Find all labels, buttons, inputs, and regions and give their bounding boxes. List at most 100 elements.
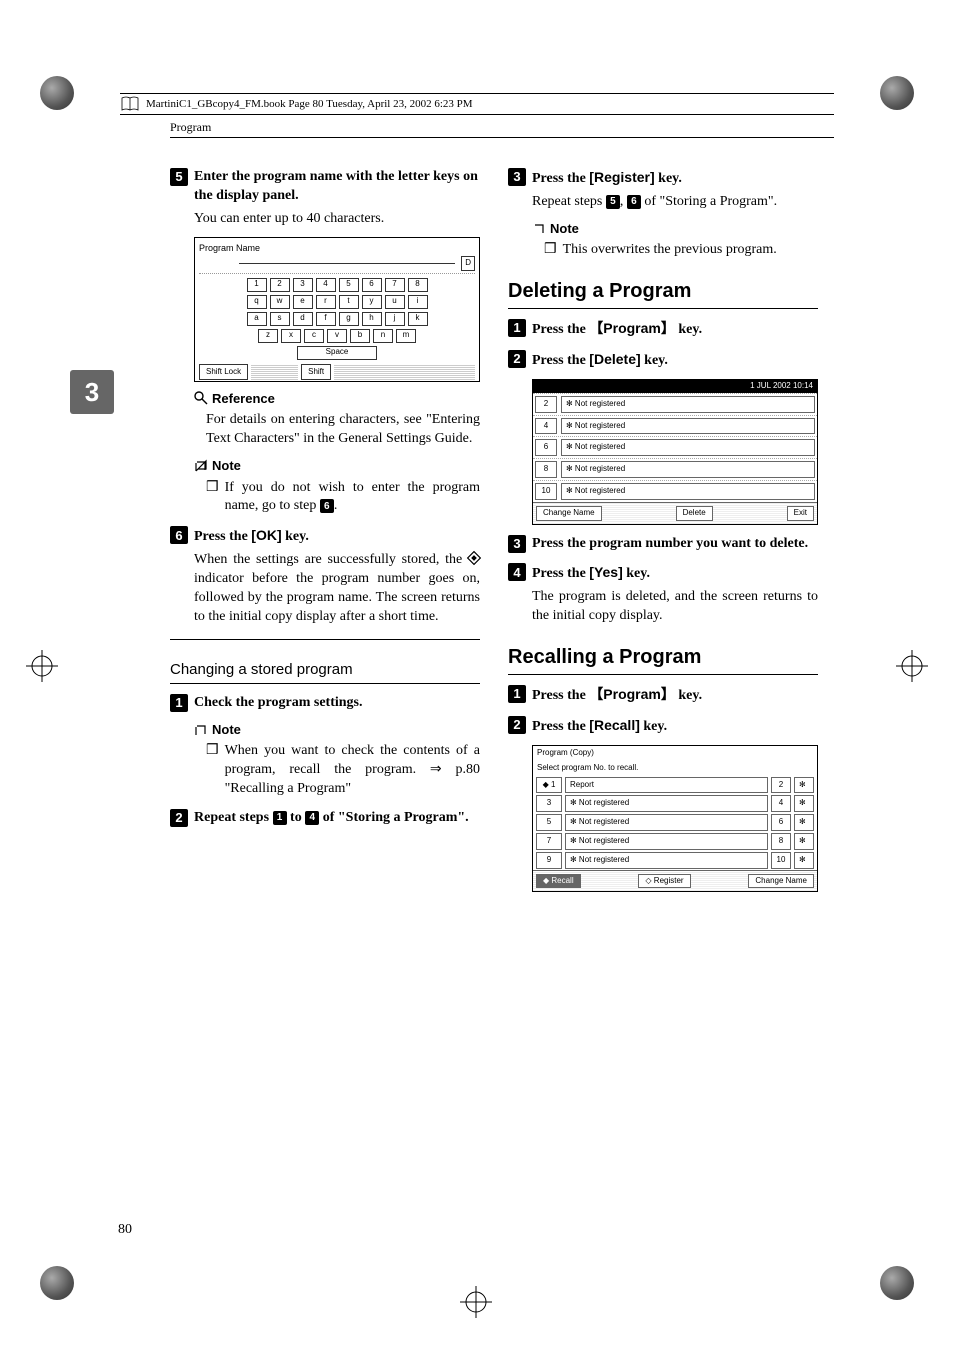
exit-button: Exit — [787, 506, 814, 521]
kbd-key: m — [396, 329, 416, 343]
kbd-key: d — [293, 312, 313, 326]
kbd-key: h — [362, 312, 382, 326]
reference-body: For details on entering characters, see … — [206, 411, 480, 449]
section-deleting: Deleting a Program — [508, 278, 818, 309]
kbd-key: i — [408, 295, 428, 309]
step-number-icon: 2 — [508, 716, 526, 734]
corner-ball-top-right — [880, 76, 914, 110]
note-label-1: Note — [212, 457, 241, 475]
kbd-title: Program Name — [199, 242, 475, 254]
screenshot-timestamp: 1 JUL 2002 10:14 — [533, 380, 817, 393]
kbd-shiftlock: Shift Lock — [199, 364, 248, 381]
kbd-key: c — [304, 329, 324, 343]
step-6-text: Press the [OK] key. — [194, 526, 309, 547]
step-number-icon: 1 — [170, 694, 188, 712]
rec-step-1: 1 Press the Program key. — [508, 685, 818, 706]
del-step-4-body: The program is deleted, and the screen r… — [532, 588, 818, 626]
kbd-key: b — [350, 329, 370, 343]
step-5: 5 Enter the program name with the letter… — [170, 168, 480, 206]
print-job-header: MartiniC1_GBcopy4_FM.book Page 80 Tuesda… — [120, 93, 834, 115]
list-row: 10✻ Not registered — [533, 480, 817, 502]
registration-mark-bottom — [460, 1286, 492, 1318]
list-row: 5✻ Not registered6✻ — [533, 813, 817, 832]
step-number-icon: 4 — [508, 563, 526, 581]
step-number-icon: 2 — [170, 809, 188, 827]
list-row: 2✻ Not registered — [533, 393, 817, 415]
running-head: Program — [170, 120, 834, 138]
list-row: 7✻ Not registered8✻ — [533, 832, 817, 851]
kbd-key: t — [339, 295, 359, 309]
step-a2: 2 Repeat steps 1 to 4 of "Storing a Prog… — [170, 809, 480, 828]
del-step-3: 3 Press the program number you want to d… — [508, 535, 818, 554]
kbd-key: w — [270, 295, 290, 309]
step-6: 6 Press the [OK] key. — [170, 526, 480, 547]
inline-step-6: 6 — [320, 499, 334, 513]
step-a1-text: Check the program settings. — [194, 694, 363, 713]
note-label-a: Note — [212, 721, 241, 739]
page-number: 80 — [118, 1222, 132, 1238]
step-number-icon: 3 — [508, 535, 526, 553]
list-row: 4✻ Not registered — [533, 415, 817, 437]
kbd-key: 5 — [339, 278, 359, 292]
subsection-changing: Changing a stored program — [170, 660, 480, 684]
kbd-key: n — [373, 329, 393, 343]
kbd-key: e — [293, 295, 313, 309]
register-button: ◇ Register — [638, 874, 690, 889]
note-label-r: Note — [550, 220, 579, 238]
step-number-icon: 2 — [508, 350, 526, 368]
step-r3-text: Press the [Register] key. — [532, 168, 682, 189]
del-step-2: 2 Press the [Delete] key. — [508, 350, 818, 371]
reference-label: Reference — [212, 390, 275, 408]
step-r3: 3 Press the [Register] key. — [508, 168, 818, 189]
step-a1: 1 Check the program settings. — [170, 694, 480, 713]
right-column: 3 Press the [Register] key. Repeat steps… — [508, 158, 818, 900]
list-row: 8✻ Not registered — [533, 458, 817, 480]
registration-mark-right — [896, 650, 928, 682]
corner-ball-bottom-left — [40, 1266, 74, 1300]
del-step-4: 4 Press the [Yes] key. — [508, 563, 818, 584]
book-icon — [120, 96, 140, 112]
kbd-key: k — [408, 312, 428, 326]
kbd-key: f — [316, 312, 336, 326]
kbd-entered-char: D — [461, 256, 475, 271]
corner-ball-top-left — [40, 76, 74, 110]
diamond-indicator-icon — [467, 551, 481, 565]
rec-step-2: 2 Press the [Recall] key. — [508, 716, 818, 737]
list-row: ◆ 1Report2✻ — [533, 776, 817, 795]
kbd-key: a — [247, 312, 267, 326]
recall-program-screenshot: Program (Copy) Select program No. to rec… — [532, 745, 818, 892]
reference-heading: Reference — [194, 390, 480, 408]
recall-subtitle: Select program No. to recall. — [533, 761, 817, 776]
note-heading-a: Note — [194, 721, 480, 739]
kbd-key: 2 — [270, 278, 290, 292]
step-5-body: You can enter up to 40 characters. — [194, 210, 480, 229]
corner-ball-bottom-right — [880, 1266, 914, 1300]
registration-mark-left — [26, 650, 58, 682]
step-a2-text: Repeat steps 1 to 4 of "Storing a Progra… — [194, 809, 469, 828]
step-number-icon: 1 — [508, 319, 526, 337]
list-row: 9✻ Not registered10✻ — [533, 851, 817, 870]
separator — [170, 639, 480, 640]
list-row: 3✻ Not registered4✻ — [533, 794, 817, 813]
kbd-key: j — [385, 312, 405, 326]
list-row: 6✻ Not registered — [533, 436, 817, 458]
keyboard-screenshot: Program Name D 12345678 qwertyui asdfghj… — [194, 237, 480, 382]
kbd-key: 8 — [408, 278, 428, 292]
note-r-body: ❒ This overwrites the previous program. — [544, 241, 818, 260]
kbd-key: y — [362, 295, 382, 309]
kbd-space-key: Space — [297, 346, 377, 360]
kbd-key: r — [316, 295, 336, 309]
kbd-key: z — [258, 329, 278, 343]
section-recalling: Recalling a Program — [508, 644, 818, 675]
del-step-1: 1 Press the Program key. — [508, 319, 818, 340]
step-5-text: Enter the program name with the letter k… — [194, 168, 480, 206]
step-number-icon: 3 — [508, 168, 526, 186]
note-1-body: ❒ If you do not wish to enter the progra… — [206, 479, 480, 517]
step-number-icon: 5 — [170, 168, 188, 186]
print-job-text: MartiniC1_GBcopy4_FM.book Page 80 Tuesda… — [146, 98, 473, 110]
kbd-key: g — [339, 312, 359, 326]
kbd-key: 1 — [247, 278, 267, 292]
kbd-shift: Shift — [301, 364, 331, 381]
recall-title: Program (Copy) — [533, 746, 817, 761]
delete-program-screenshot: 1 JUL 2002 10:14 2✻ Not registered4✻ Not… — [532, 379, 818, 525]
